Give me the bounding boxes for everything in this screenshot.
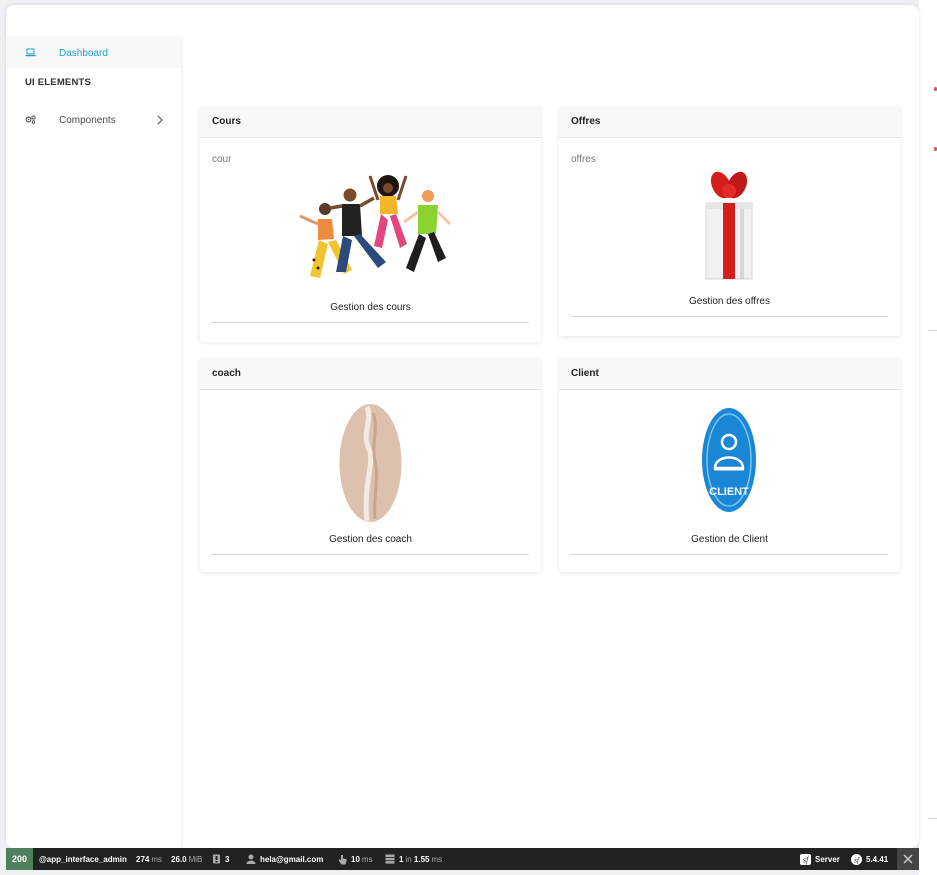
card-title: Client	[559, 358, 900, 390]
card-subtitle: offres	[571, 154, 596, 165]
hand-pointer-icon	[339, 854, 347, 864]
events-panel[interactable]: 10 ms	[338, 848, 373, 870]
edge-divider	[928, 330, 937, 331]
debug-toolbar: 200 @app_interface_admin 274 ms 26.0 MiB 3…	[6, 848, 919, 870]
memory-usage[interactable]: 26.0 MiB	[171, 848, 202, 870]
version-panel[interactable]: sf 5.4.41	[851, 848, 888, 870]
card-subtitle: cour	[212, 154, 232, 165]
card-cours: Cours cour Gestion des cours	[200, 106, 541, 342]
sidebar-item-label: Components	[59, 114, 116, 126]
client-badge-image[interactable]: CLIENT	[701, 406, 759, 516]
chevron-right-icon[interactable]	[156, 115, 164, 125]
card-caption: Gestion des coach	[329, 534, 412, 545]
database-panel[interactable]: 1 in 1.55 ms	[385, 848, 442, 870]
gift-box-image[interactable]	[699, 165, 759, 285]
card-title: coach	[200, 358, 541, 390]
gears-icon	[25, 115, 36, 124]
card-caption: Gestion de Client	[691, 534, 768, 545]
user-icon	[246, 854, 256, 864]
coach-silhouette-image[interactable]	[339, 403, 402, 523]
status-code-badge[interactable]: 200	[6, 848, 33, 870]
database-icon	[385, 854, 395, 864]
symfony-icon: sf	[800, 853, 811, 865]
divider	[212, 322, 529, 323]
laptop-icon	[25, 48, 36, 57]
request-time[interactable]: 274 ms	[136, 848, 162, 870]
edge-divider	[928, 818, 937, 819]
card-offres: Offres offres Gestion des offres	[559, 106, 900, 336]
background-strip	[919, 0, 937, 875]
close-icon	[903, 854, 913, 864]
user-panel[interactable]: hela@gmail.com	[246, 848, 323, 870]
divider	[212, 554, 529, 555]
divider	[571, 316, 888, 317]
sidebar-item-label: Dashboard	[59, 47, 108, 59]
symfony-logo-icon: sf	[851, 853, 862, 865]
card-caption: Gestion des cours	[330, 302, 411, 313]
sidebar-item-components[interactable]: Components	[6, 105, 181, 135]
card-coach: coach Gestion des coach	[200, 358, 541, 572]
sidebar-item-dashboard[interactable]: Dashboard	[6, 38, 181, 68]
card-title: Offres	[559, 106, 900, 138]
server-panel[interactable]: sf Server	[800, 848, 840, 870]
dancers-image[interactable]	[288, 164, 453, 290]
card-caption: Gestion des offres	[689, 296, 770, 307]
app-window: Dashboard UI ELEMENTS Components Cours c…	[6, 5, 919, 848]
card-client: Client CLIENT Gestion de Client	[559, 358, 900, 572]
sidebar: Dashboard UI ELEMENTS Components	[6, 38, 181, 848]
route-label[interactable]: @app_interface_admin	[39, 848, 127, 870]
sidebar-section-title: UI ELEMENTS	[25, 77, 92, 88]
divider	[571, 554, 888, 555]
svg-text:CLIENT: CLIENT	[709, 486, 749, 498]
card-title: Cours	[200, 106, 541, 138]
log-icon	[213, 854, 220, 864]
logs-panel[interactable]: 3	[212, 848, 229, 870]
toolbar-close-button[interactable]	[897, 848, 919, 870]
